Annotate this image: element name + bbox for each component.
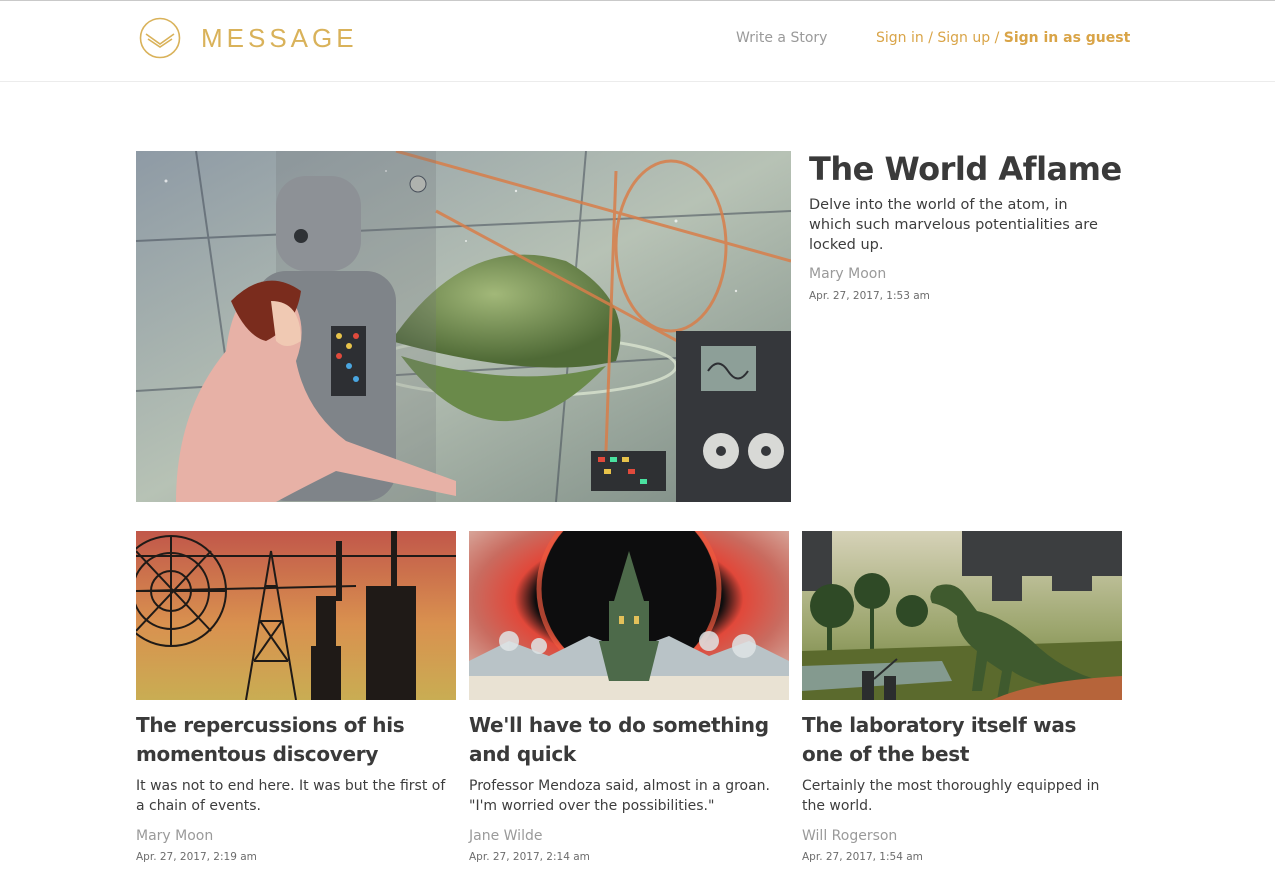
- story-author[interactable]: Mary Moon: [136, 828, 213, 844]
- write-story-link[interactable]: Write a Story: [736, 30, 827, 46]
- separator: /: [990, 30, 1004, 46]
- story-author[interactable]: Will Rogerson: [802, 828, 897, 844]
- story-card[interactable]: The repercussions of his momentous disco…: [136, 531, 456, 885]
- story-date: Apr. 27, 2017, 2:19 am: [136, 851, 257, 863]
- featured-story-description: Delve into the world of the atom, in whi…: [809, 197, 1098, 253]
- story-image[interactable]: [469, 531, 789, 700]
- site-header: MESSAGE Write a Story Sign in / Sign up …: [0, 1, 1275, 82]
- featured-story-date: Apr. 27, 2017, 1:53 am: [809, 290, 930, 302]
- story-title[interactable]: The repercussions of his momentous disco…: [136, 711, 456, 769]
- guest-sign-in-link[interactable]: Sign in as guest: [1004, 30, 1131, 46]
- story-image[interactable]: [802, 531, 1122, 700]
- separator: /: [923, 30, 938, 46]
- envelope-circle-icon[interactable]: [139, 17, 181, 59]
- sign-up-link[interactable]: Sign up: [937, 30, 990, 46]
- story-card[interactable]: We'll have to do something and quick Pro…: [469, 531, 789, 885]
- story-description: Certainly the most thoroughly equipped i…: [802, 778, 1100, 814]
- story-title[interactable]: We'll have to do something and quick: [469, 711, 789, 769]
- brand-name[interactable]: MESSAGE: [201, 23, 358, 54]
- auth-links: Sign in / Sign up / Sign in as guest: [876, 30, 1130, 46]
- featured-story-title[interactable]: The World Aflame: [809, 150, 1129, 188]
- featured-story-author[interactable]: Mary Moon: [809, 266, 886, 282]
- story-date: Apr. 27, 2017, 2:14 am: [469, 851, 590, 863]
- story-date: Apr. 27, 2017, 1:54 am: [802, 851, 923, 863]
- story-author[interactable]: Jane Wilde: [469, 828, 542, 844]
- story-title[interactable]: The laboratory itself was one of the bes…: [802, 711, 1122, 769]
- story-image[interactable]: [136, 531, 456, 700]
- story-description: Professor Mendoza said, almost in a groa…: [469, 778, 771, 814]
- sign-in-link[interactable]: Sign in: [876, 30, 924, 46]
- featured-story-image[interactable]: [136, 151, 791, 502]
- story-description: It was not to end here. It was but the f…: [136, 778, 446, 814]
- story-card[interactable]: The laboratory itself was one of the bes…: [802, 531, 1122, 885]
